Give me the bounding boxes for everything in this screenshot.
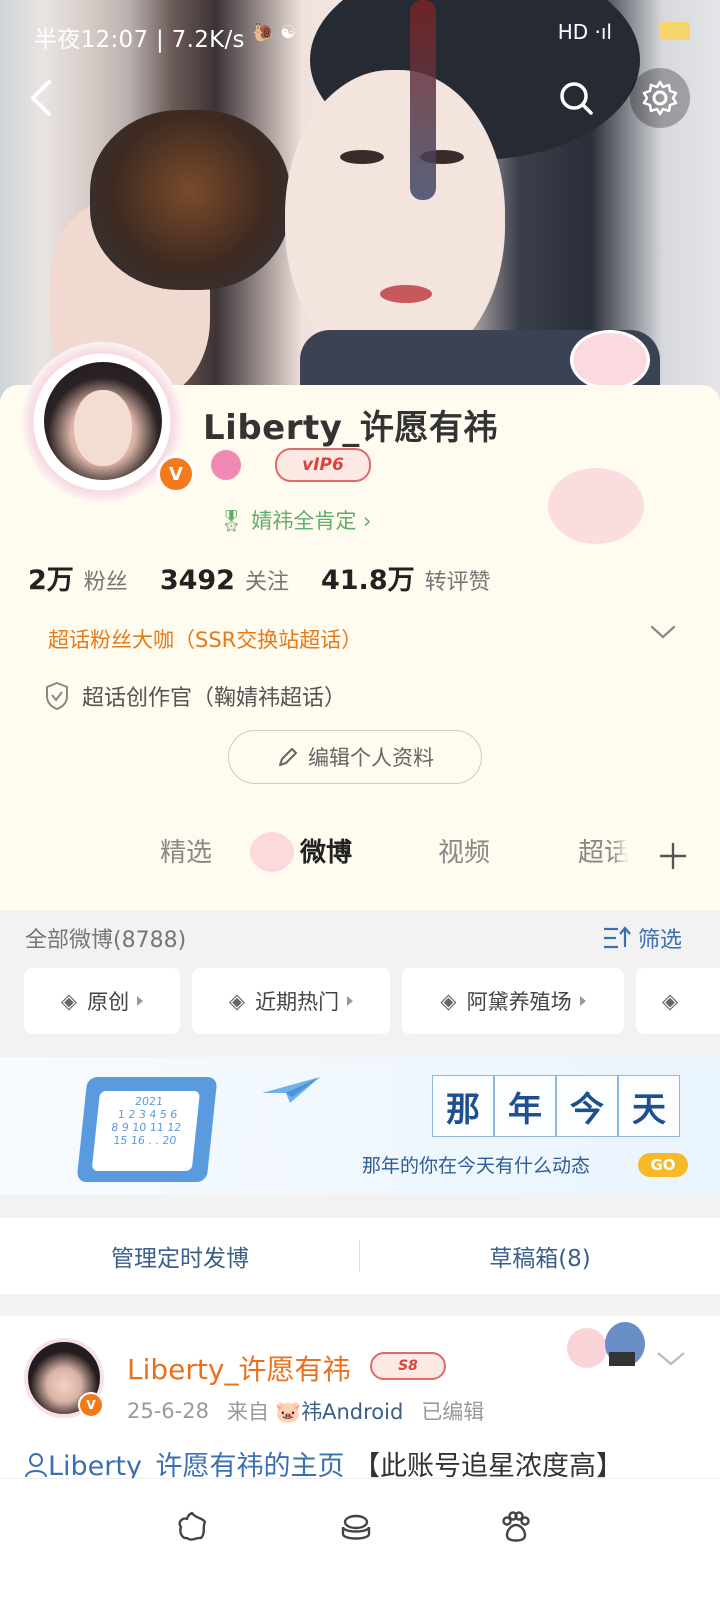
filter-icon	[604, 926, 631, 949]
paw-icon	[502, 1511, 530, 1542]
chevron-down-icon	[657, 1352, 685, 1366]
battery-icon	[660, 22, 690, 40]
medal-icon: 🎖	[218, 509, 245, 533]
layers-icon: ◈	[228, 989, 246, 1013]
tab-featured[interactable]: 精选	[160, 832, 212, 869]
divider	[359, 1240, 360, 1272]
layers-icon: ◈	[440, 989, 457, 1013]
post-edited: 已编辑	[421, 1400, 485, 1424]
nav-favorite[interactable]	[172, 1507, 212, 1547]
chevron-left-icon	[31, 80, 51, 116]
stat-likes[interactable]: 41.8万 转评赞	[321, 558, 491, 597]
layers-icon: ◈	[60, 989, 78, 1013]
pencil-icon	[279, 748, 297, 766]
flower-icon	[178, 1511, 207, 1541]
chip-farm[interactable]: ◈ 阿黛养殖场	[402, 968, 624, 1034]
tab-super-topic[interactable]: 超话	[578, 832, 630, 869]
layers-icon: ◈	[662, 989, 679, 1013]
paper-plane-icon	[262, 1077, 320, 1103]
filter-button[interactable]: 筛选	[602, 922, 682, 954]
edit-profile-button[interactable]: 编辑个人资料	[228, 730, 482, 784]
search-button[interactable]	[546, 68, 606, 128]
pig-decoration	[548, 468, 644, 544]
pig-tab-icon	[250, 832, 294, 872]
tab-weibo[interactable]: 微博	[300, 832, 352, 869]
level-badge: S8	[370, 1352, 446, 1380]
profile-screen: { "status_bar": {"time": "半夜12:07 | 7.2K…	[0, 0, 720, 1600]
tab-video[interactable]: 视频	[438, 832, 490, 869]
drafts-button[interactable]: 草稿箱(8)	[360, 1239, 720, 1273]
content-tabs: 精选 微博 视频 超话	[0, 820, 720, 890]
post-author[interactable]: Liberty_许愿有祎	[127, 1348, 350, 1388]
filter-area: 全部微博(8788) 筛选 ◈ 原创 ◈ 近期热门 ◈ 阿黛养殖场 ◈	[0, 910, 720, 1050]
back-button[interactable]	[12, 68, 72, 128]
chip-original[interactable]: ◈ 原创	[24, 968, 180, 1034]
gear-icon	[642, 80, 678, 116]
chip-more[interactable]: ◈	[636, 968, 720, 1034]
bottom-nav	[0, 1478, 720, 1600]
vip-badge[interactable]: vIP6	[275, 448, 371, 482]
nav-paw[interactable]	[496, 1507, 536, 1547]
user-icon	[25, 1453, 47, 1478]
verified-badge: V	[157, 455, 195, 493]
post-source[interactable]: 🐷祎Android	[275, 1396, 403, 1426]
settings-button[interactable]	[630, 68, 690, 128]
banner-title: 那 年 今 天	[432, 1075, 680, 1137]
avatar[interactable]: V	[22, 342, 195, 502]
go-button[interactable]: GO	[638, 1153, 688, 1177]
nav-cake[interactable]	[336, 1507, 376, 1547]
pig-sticker	[570, 330, 650, 390]
sticker-decoration	[565, 1316, 649, 1372]
add-tab-button[interactable]	[628, 828, 718, 884]
motto-link[interactable]: 🎖 婧祎全肯定 ›	[218, 505, 371, 535]
status-bar: 半夜12:07 | 7.2K/s 🐌 ☯ HD ·ıl	[0, 0, 720, 68]
stat-followers[interactable]: 2万 粉丝	[28, 558, 128, 597]
creator-title[interactable]: 超话创作官（鞠婧祎超话）	[44, 680, 346, 712]
calendar-illustration: 2021 1 2 3 4 5 68 9 10 11 12 15 16 . . 20	[76, 1077, 218, 1182]
manage-row: 管理定时发博 草稿箱(8)	[0, 1218, 720, 1294]
motto-text: 婧祎全肯定	[251, 509, 357, 533]
status-time: 半夜12:07 | 7.2K/s	[34, 27, 245, 53]
plus-icon	[660, 843, 686, 869]
memory-banner[interactable]: 2021 1 2 3 4 5 68 9 10 11 12 15 16 . . 20 …	[0, 1057, 720, 1195]
shield-icon	[46, 681, 68, 711]
notification-icons: 🐌 ☯	[252, 22, 297, 43]
scheduled-posts-button[interactable]: 管理定时发博	[0, 1239, 360, 1273]
all-weibo-count: 全部微博(8788)	[25, 928, 187, 953]
profile-stats: 2万 粉丝 3492 关注 41.8万 转评赞	[28, 558, 523, 597]
verified-badge: V	[78, 1392, 104, 1418]
super-topic-badge[interactable]	[211, 450, 241, 480]
chip-recent-hot[interactable]: ◈ 近期热门	[192, 968, 390, 1034]
chevron-down-icon	[650, 625, 676, 639]
banner-subtitle: 那年的你在今天有什么动态	[362, 1155, 591, 1177]
chevron-right-icon: ›	[363, 509, 372, 533]
fan-title[interactable]: 超话粉丝大咖（SSR交换站超话）	[48, 624, 362, 654]
stat-following[interactable]: 3492 关注	[160, 564, 289, 596]
post-menu-button[interactable]	[656, 1350, 686, 1372]
post-meta: 25-6-28 来自 🐷祎Android 已编辑	[127, 1396, 484, 1426]
search-icon	[560, 82, 593, 115]
profile-name: Liberty_许愿有祎	[203, 408, 498, 448]
post-date: 25-6-28	[127, 1399, 209, 1423]
cake-icon	[341, 1514, 371, 1540]
expand-button[interactable]	[650, 624, 676, 644]
signal-wifi-icon: HD ·ıl	[557, 20, 612, 44]
